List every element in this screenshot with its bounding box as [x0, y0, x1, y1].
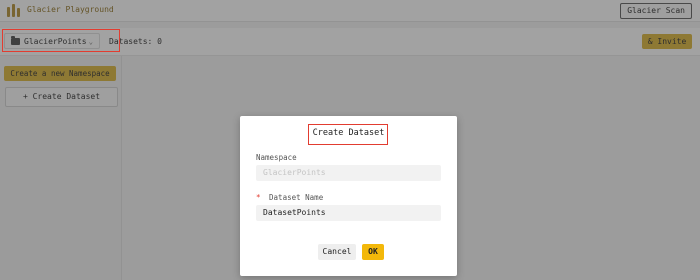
cancel-button[interactable]: Cancel: [318, 244, 356, 260]
ok-button[interactable]: OK: [362, 244, 384, 260]
required-asterisk: *: [256, 193, 261, 202]
create-dataset-dialog: Create Dataset Namespace GlacierPoints *…: [240, 116, 457, 276]
namespace-field: GlacierPoints: [256, 165, 441, 181]
highlight-box-dialog-title: [308, 124, 388, 145]
highlight-box-create-dataset: [2, 29, 120, 52]
namespace-label: Namespace: [256, 153, 297, 162]
dataset-name-label: Dataset Name: [269, 193, 324, 202]
dataset-name-input[interactable]: DatasetPoints: [256, 205, 441, 221]
dataset-name-label-row: * Dataset Name: [256, 193, 323, 202]
